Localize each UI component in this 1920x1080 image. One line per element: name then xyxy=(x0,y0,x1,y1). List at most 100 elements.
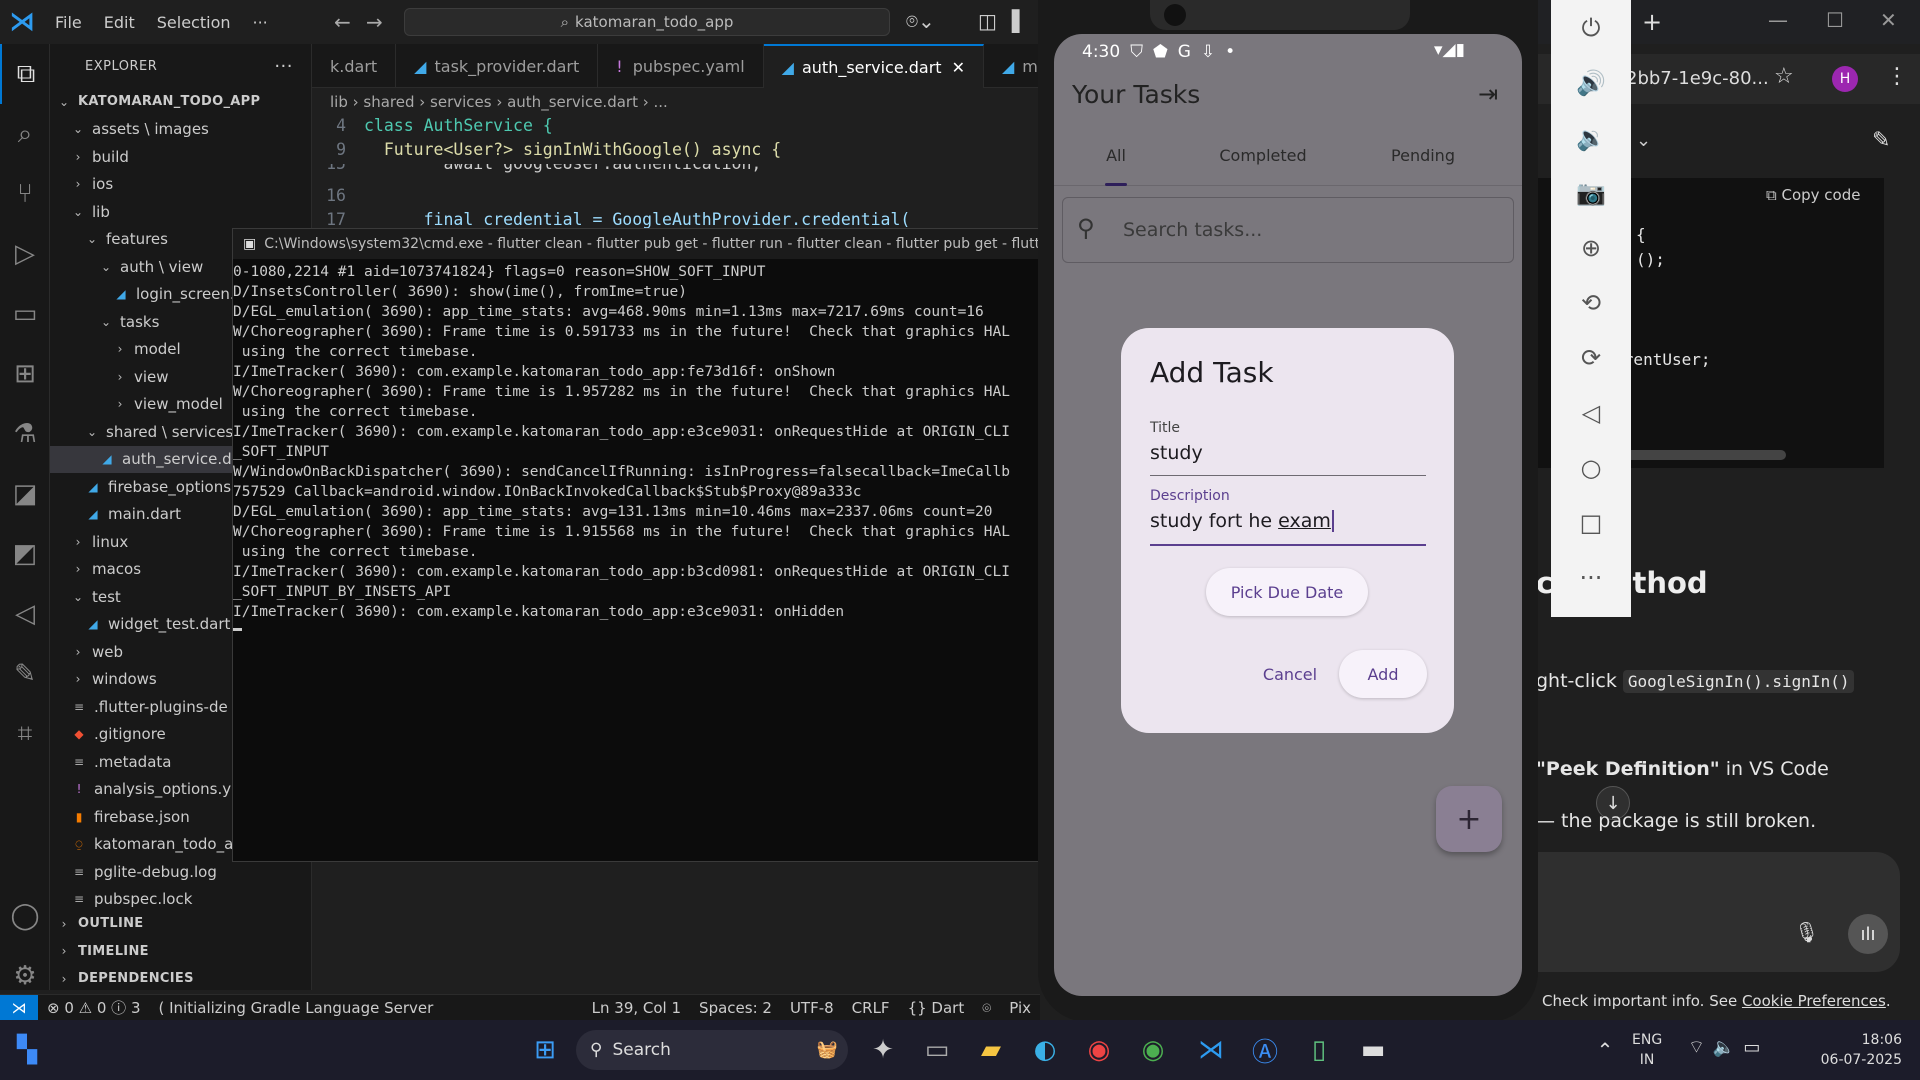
problems-indicator[interactable]: ⊗ 0 ⚠ 0 ⓘ 3 xyxy=(38,997,150,1018)
rotate-right-icon[interactable]: ⟳ xyxy=(1551,330,1631,385)
flutter-icon[interactable]: ◁ xyxy=(0,584,50,644)
system-tray-icons[interactable]: ⌔🔈▭ xyxy=(1688,1036,1768,1059)
vscode-taskbar-icon[interactable]: ⋊ xyxy=(1184,1023,1238,1077)
forward-arrow-icon[interactable]: → xyxy=(366,10,383,34)
tab-auth-service[interactable]: ◢ auth_service.dart ✕ xyxy=(763,44,984,88)
home-icon[interactable]: ○ xyxy=(1551,440,1631,495)
menu-selection[interactable]: Selection xyxy=(146,13,242,32)
edge-icon[interactable]: ◐ xyxy=(1018,1023,1072,1077)
menu-edit[interactable]: Edit xyxy=(93,13,146,32)
github-actions-icon[interactable]: ◩ xyxy=(0,524,50,584)
copilot-status-icon[interactable]: ⌾ xyxy=(973,999,1000,1017)
new-tab-icon[interactable]: + xyxy=(1642,8,1662,36)
chat-input-box[interactable]: 🎙 ılı xyxy=(1536,852,1900,972)
encoding[interactable]: UTF-8 xyxy=(781,999,843,1017)
copy-code-button[interactable]: ⧉ Copy code xyxy=(1766,186,1860,204)
overview-icon[interactable]: □ xyxy=(1551,495,1631,550)
emulator-taskbar-icon[interactable]: ▯ xyxy=(1292,1023,1346,1077)
code-editor[interactable]: 4 class AuthService { 9 Future<User?> sig… xyxy=(312,116,1040,234)
remote-explorer-icon[interactable]: ▭ xyxy=(0,284,50,344)
cursor-position[interactable]: Ln 39, Col 1 xyxy=(583,999,690,1017)
description-field[interactable]: Description study fort he exam xyxy=(1150,488,1426,546)
tab-task-provider[interactable]: ◢ task_provider.dart xyxy=(396,44,599,88)
account-icon[interactable]: ◯ xyxy=(0,886,50,946)
menu-file[interactable]: File xyxy=(44,13,93,32)
maximize-icon[interactable]: ☐ xyxy=(1826,8,1844,32)
code-scrollbar[interactable] xyxy=(1606,450,1786,460)
toggle-sidebar-icon[interactable]: ▌ xyxy=(1012,9,1027,33)
search-icon[interactable]: ⌕ xyxy=(0,104,50,164)
volume-up-icon[interactable]: 🔊 xyxy=(1551,55,1631,110)
chrome-profile-icon[interactable]: ◉ xyxy=(1126,1023,1180,1077)
explorer-icon[interactable]: ⧉ xyxy=(0,44,50,104)
cmd-window[interactable]: ▣ C:\Windows\system32\cmd.exe - flutter c… xyxy=(232,228,1040,862)
zoom-icon[interactable]: ⊕ xyxy=(1551,220,1631,275)
input-language[interactable]: ENG IN xyxy=(1632,1030,1662,1070)
draw-icon[interactable]: ✎ xyxy=(0,644,50,704)
project-root[interactable]: ⌄ KATOMARAN_TODO_APP xyxy=(50,88,311,116)
file-item[interactable]: ≡ pubspec.lock xyxy=(50,886,311,914)
logout-icon[interactable]: ⇥ xyxy=(1478,80,1498,108)
tab-all[interactable]: All xyxy=(1054,134,1178,186)
rotate-left-icon[interactable]: ⟲ xyxy=(1551,275,1631,330)
folder-item[interactable]: ⌄ lib xyxy=(50,198,311,226)
pick-due-date-button[interactable]: Pick Due Date xyxy=(1206,568,1368,616)
indentation[interactable]: Spaces: 2 xyxy=(690,999,781,1017)
camera-icon[interactable]: 📷 xyxy=(1551,165,1631,220)
more-actions-icon[interactable]: ··· xyxy=(274,56,293,77)
extra-status[interactable]: Pix xyxy=(1000,999,1040,1017)
voice-mode-icon[interactable]: ılı xyxy=(1848,914,1888,954)
breadcrumb[interactable]: lib › shared › services › auth_service.d… xyxy=(312,88,1040,116)
line-ending[interactable]: CRLF xyxy=(843,999,899,1017)
close-window-icon[interactable]: ✕ xyxy=(1880,8,1897,32)
file-explorer-icon[interactable]: ▰ xyxy=(964,1023,1018,1077)
title-field[interactable]: Title study xyxy=(1150,420,1426,476)
edit-icon[interactable]: ✎ xyxy=(1872,128,1890,153)
browser-menu-icon[interactable]: ⋮ xyxy=(1886,64,1908,89)
task-view-icon[interactable]: ▭ xyxy=(910,1023,964,1077)
cmd-titlebar[interactable]: ▣ C:\Windows\system32\cmd.exe - flutter c… xyxy=(233,229,1039,259)
tab-pending[interactable]: Pending xyxy=(1348,134,1498,185)
widgets-icon[interactable]: ▚ xyxy=(0,1023,54,1077)
screenshot-icon[interactable]: ⌗ xyxy=(0,704,50,764)
minimize-icon[interactable]: — xyxy=(1768,8,1788,32)
extensions-icon[interactable]: ⊞ xyxy=(0,344,50,404)
tray-overflow-icon[interactable]: ⌃ xyxy=(1578,1023,1632,1077)
folder-item[interactable]: › ios xyxy=(50,171,311,199)
cookie-preferences-link[interactable]: Cookie Preferences xyxy=(1742,992,1886,1010)
clock-area[interactable]: 18:06 06-07-2025 xyxy=(1782,1030,1902,1070)
bookmark-star-icon[interactable]: ☆ xyxy=(1774,64,1794,89)
copilot-app-icon[interactable]: ✦ xyxy=(856,1023,910,1077)
terminal-taskbar-icon[interactable]: ▬ xyxy=(1346,1023,1400,1077)
close-tab-icon[interactable]: ✕ xyxy=(952,58,965,77)
run-debug-icon[interactable]: ▷ xyxy=(0,224,50,284)
testing-icon[interactable]: ⚗ xyxy=(0,404,50,464)
power-icon[interactable]: ⏻ xyxy=(1551,0,1631,55)
add-button[interactable]: Add xyxy=(1339,650,1427,698)
android-studio-icon[interactable]: Ⓐ xyxy=(1238,1023,1292,1077)
source-control-icon[interactable]: ⑂ xyxy=(0,164,50,224)
timeline-section[interactable]: › TIMELINE xyxy=(50,938,312,966)
tab-k-dart[interactable]: k.dart xyxy=(312,44,397,88)
menu-more[interactable]: ··· xyxy=(242,13,279,32)
back-icon[interactable]: ◁ xyxy=(1551,385,1631,440)
language-mode[interactable]: {} Dart xyxy=(899,999,974,1017)
taskbar-search[interactable]: ⚲ Search 🧺 xyxy=(576,1030,848,1070)
search-tasks-field[interactable]: ⚲ Search tasks... xyxy=(1062,197,1514,263)
folder-item[interactable]: › build xyxy=(50,143,311,171)
dependencies-section[interactable]: › DEPENDENCIES xyxy=(50,965,312,993)
cancel-button[interactable]: Cancel xyxy=(1249,650,1331,698)
start-icon[interactable]: ⊞ xyxy=(518,1023,572,1077)
volume-down-icon[interactable]: 🔉 xyxy=(1551,110,1631,165)
profile-avatar[interactable]: H xyxy=(1832,66,1858,92)
remote-indicator-icon[interactable]: ⋊ xyxy=(0,994,38,1021)
more-options-icon[interactable]: ··· xyxy=(1551,550,1631,605)
copilot-icon[interactable]: ⌾⌄ xyxy=(906,9,935,33)
chevron-down-icon[interactable]: ⌄ xyxy=(1636,130,1651,151)
add-task-fab[interactable]: + xyxy=(1436,786,1502,852)
back-arrow-icon[interactable]: ← xyxy=(334,10,351,34)
folder-item[interactable]: ⌄ assets \ images xyxy=(50,116,311,144)
outline-section[interactable]: › OUTLINE xyxy=(50,910,312,938)
layout-icon[interactable]: ◫ xyxy=(978,9,997,33)
tab-completed[interactable]: Completed xyxy=(1178,134,1348,185)
